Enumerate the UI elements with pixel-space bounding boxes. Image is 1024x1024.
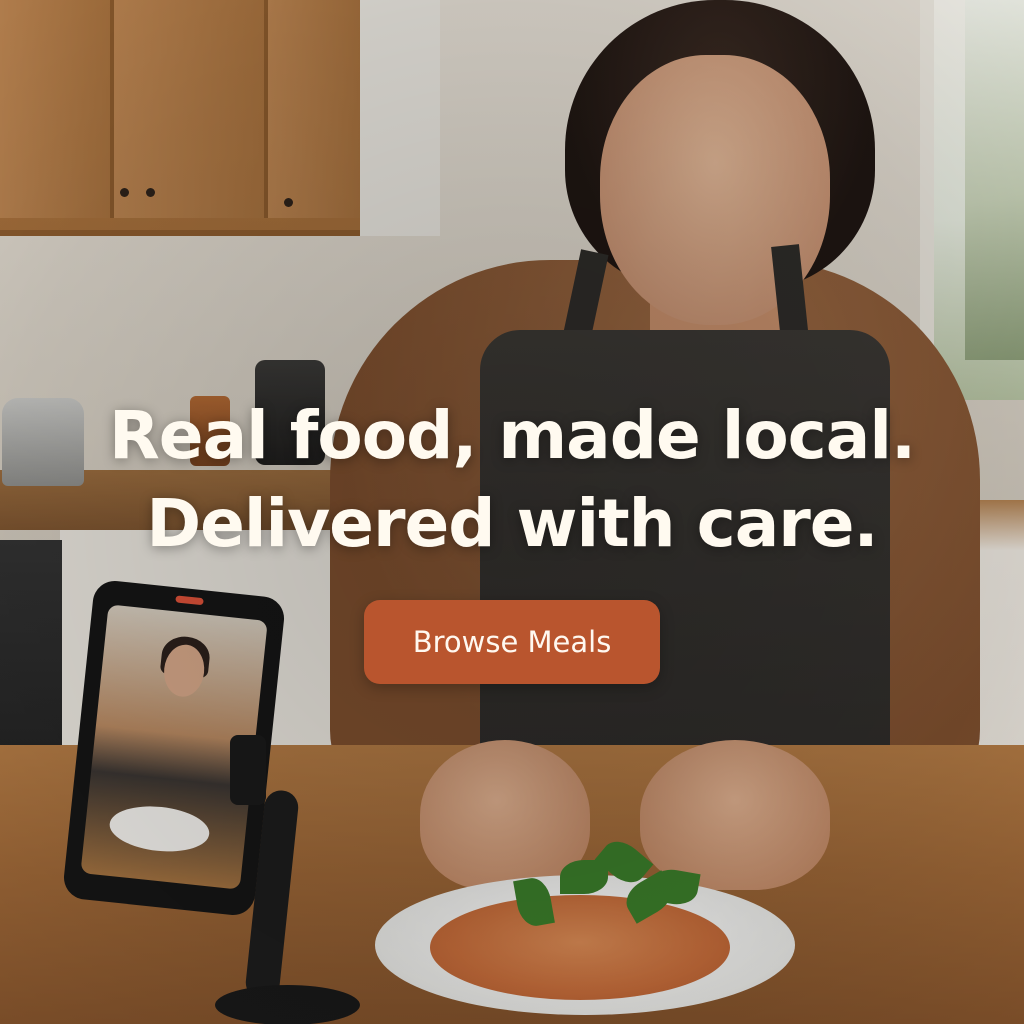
headline-line-2: Delivered with care. xyxy=(146,485,878,562)
browse-meals-button[interactable]: Browse Meals xyxy=(364,600,660,684)
headline-line-1: Real food, made local. xyxy=(108,397,916,474)
hero-section: Real food, made local. Delivered with ca… xyxy=(0,0,1024,1024)
hero-headline: Real food, made local. Delivered with ca… xyxy=(0,392,1024,568)
